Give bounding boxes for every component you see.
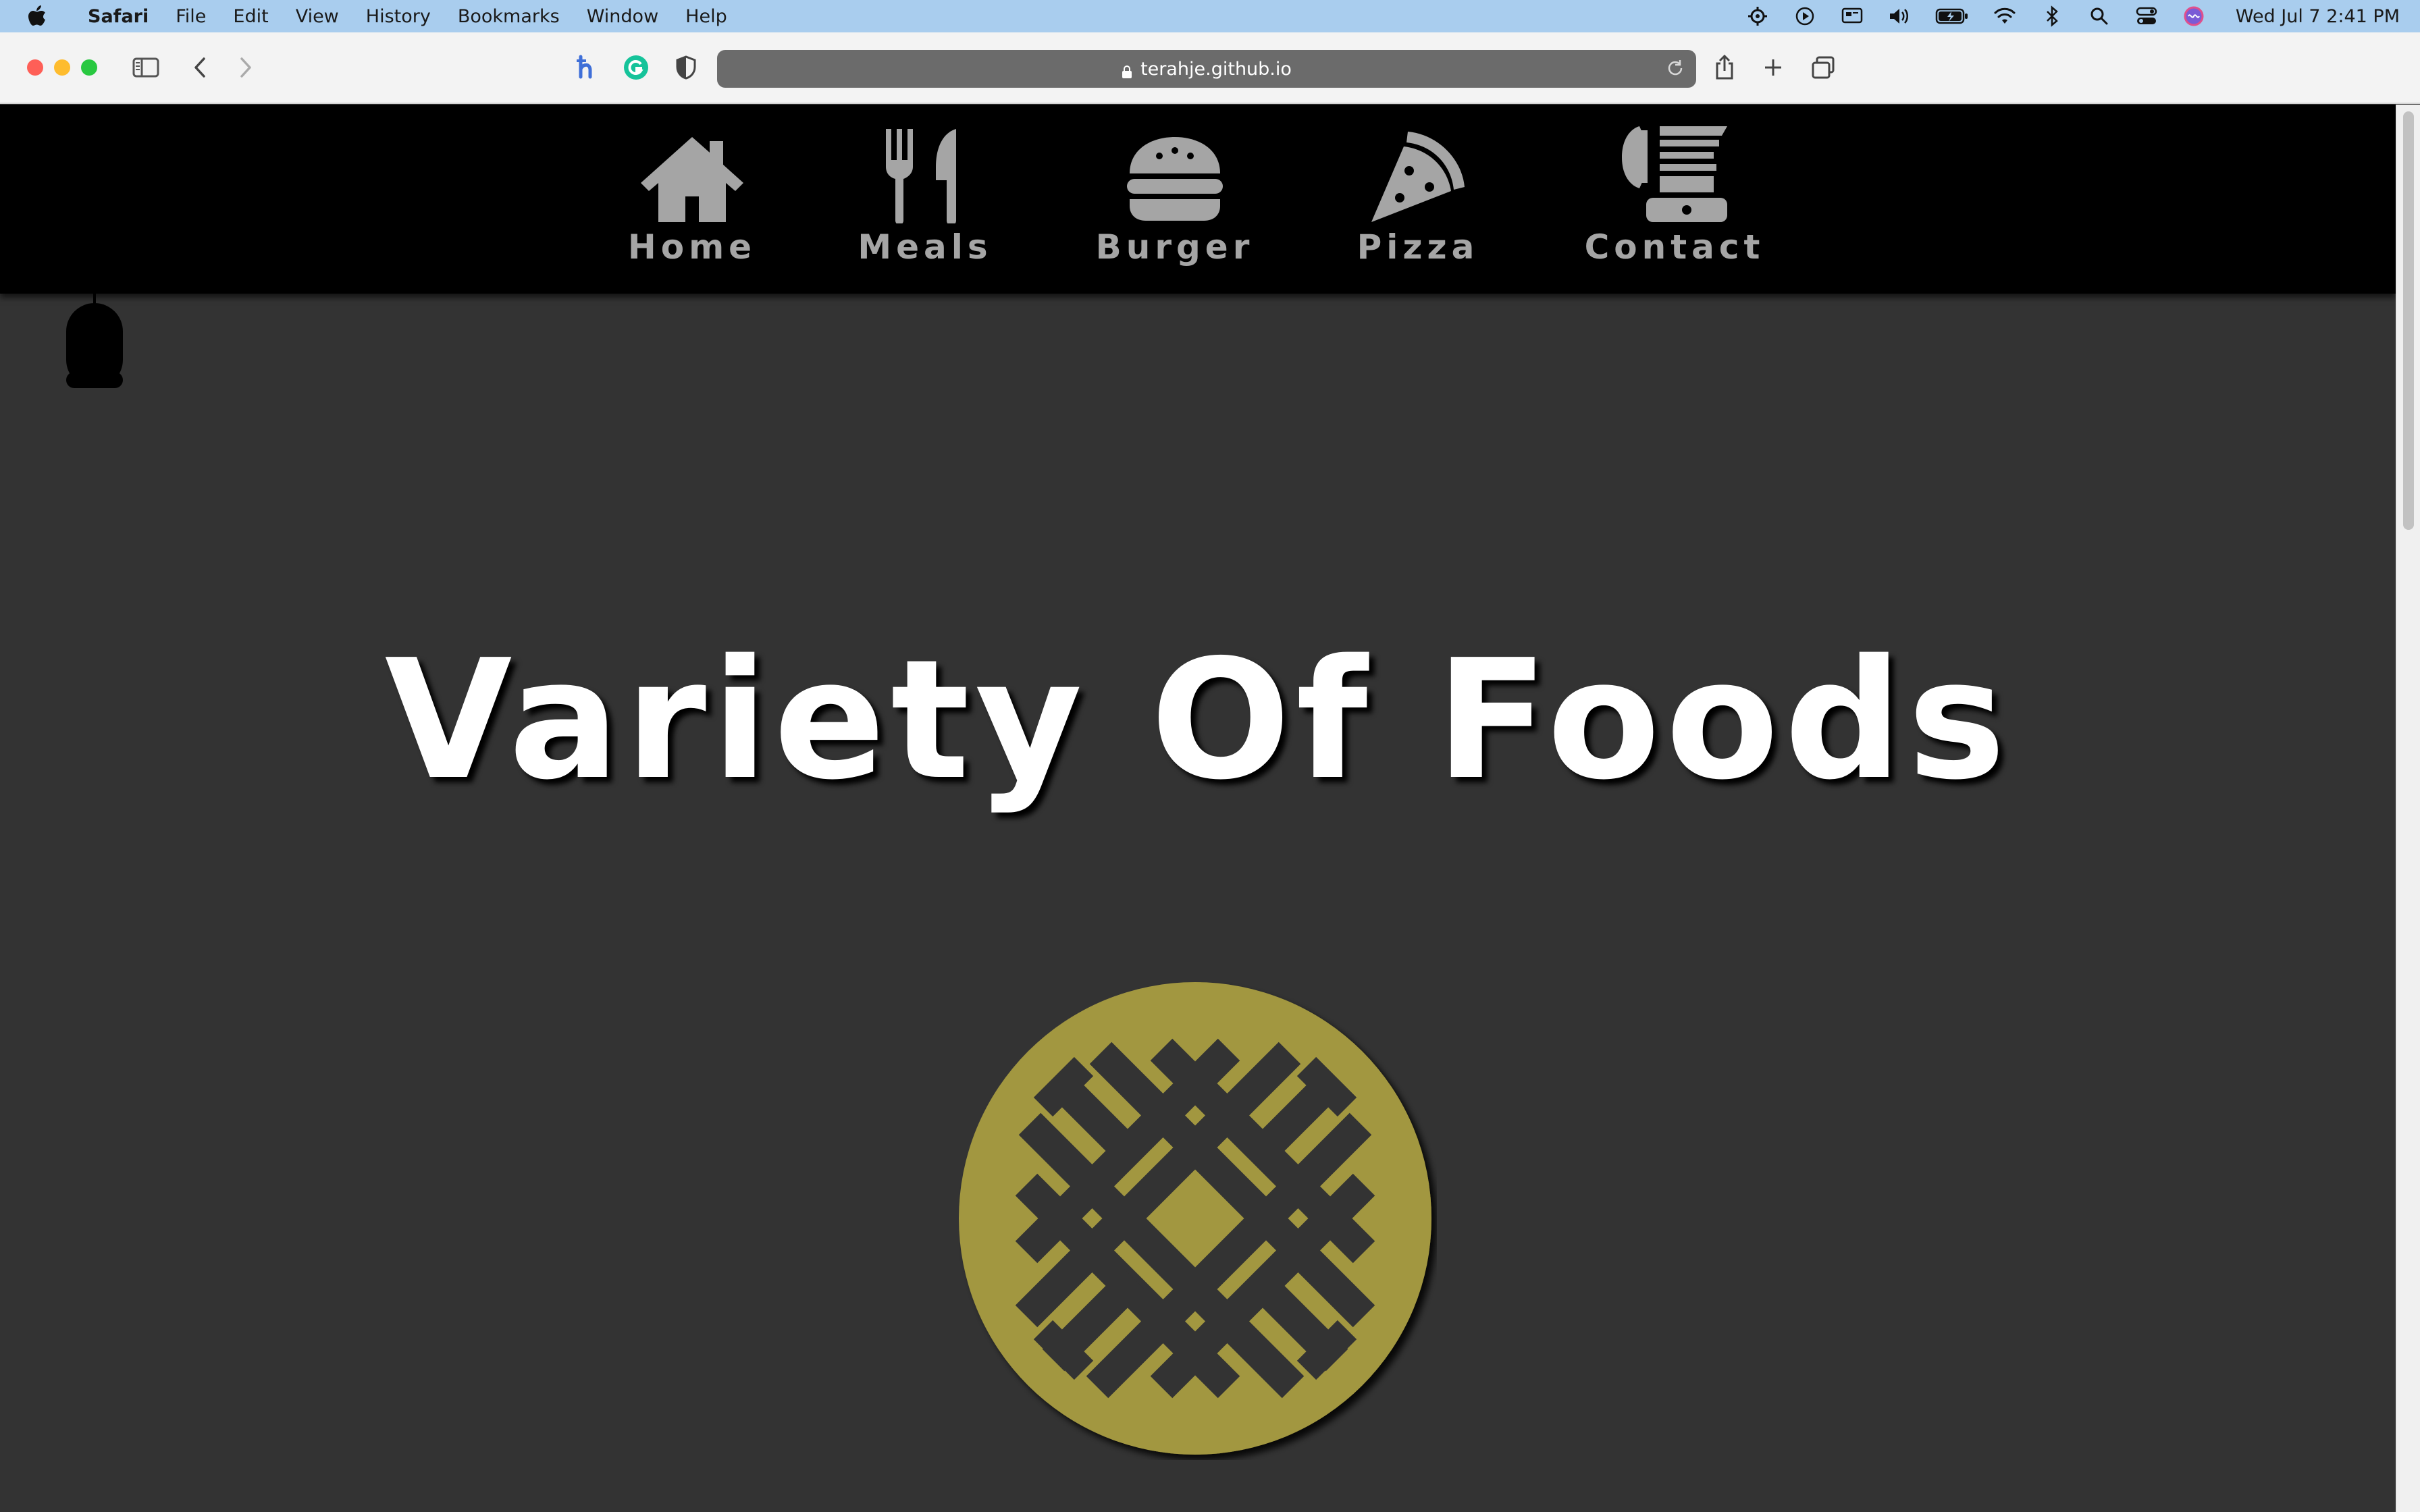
- lock-icon: [1122, 62, 1132, 78]
- back-icon[interactable]: [180, 47, 220, 88]
- waffle-icon: [959, 982, 1437, 1460]
- fork-knife-icon: [882, 122, 968, 223]
- status-area: Wed Jul 7 2:41 PM: [1745, 0, 2400, 32]
- battery-icon[interactable]: [1935, 4, 1970, 28]
- app-menu-safari[interactable]: Safari: [74, 6, 162, 27]
- menu-view[interactable]: View: [282, 6, 352, 27]
- nav-label-contact: Contact: [1584, 227, 1765, 267]
- address-bar[interactable]: terahje.github.io: [717, 50, 1696, 88]
- browser-toolbar: terahje.github.io: [0, 32, 2420, 104]
- honey-extension-icon[interactable]: [566, 47, 606, 88]
- forward-icon[interactable]: [226, 47, 266, 88]
- nav-item-meals[interactable]: Meals: [858, 122, 993, 267]
- hero-title: Variety Of Foods: [384, 624, 2011, 816]
- wifi-icon[interactable]: [1993, 4, 2017, 28]
- home-icon: [638, 122, 746, 223]
- nav-item-pizza[interactable]: Pizza: [1350, 122, 1485, 267]
- grammarly-extension-icon[interactable]: [616, 47, 656, 88]
- spotlight-search-icon[interactable]: [2087, 4, 2111, 28]
- menu-bar: Safari File Edit View History Bookmarks …: [0, 0, 2420, 32]
- menu-help[interactable]: Help: [672, 6, 741, 27]
- window-close-button[interactable]: [27, 59, 43, 76]
- window-minimize-button[interactable]: [54, 59, 70, 76]
- mouse-scroll-icon: [65, 291, 124, 389]
- menu-bookmarks[interactable]: Bookmarks: [444, 6, 573, 27]
- apple-menu-icon[interactable]: [0, 5, 74, 28]
- menu-bar-clock[interactable]: Wed Jul 7 2:41 PM: [2236, 6, 2400, 27]
- pizza-slice-icon: [1367, 122, 1469, 223]
- share-icon[interactable]: [1704, 47, 1745, 88]
- scrollbar-thumb[interactable]: [2403, 111, 2414, 530]
- nav-item-home[interactable]: Home: [628, 122, 756, 267]
- site-nav-bar: Home Meals Burger Pizza Contact: [0, 105, 2396, 294]
- reload-icon[interactable]: [1665, 58, 1685, 83]
- volume-icon[interactable]: [1887, 4, 1912, 28]
- sidebar-toggle-icon[interactable]: [126, 47, 166, 88]
- fax-phone-icon: [1619, 122, 1730, 223]
- siri-icon[interactable]: [2182, 4, 2206, 28]
- url-text: terahje.github.io: [1140, 58, 1292, 80]
- window-zoom-button[interactable]: [81, 59, 97, 76]
- tab-overview-icon[interactable]: [1803, 47, 1843, 88]
- page-scrollbar[interactable]: [2396, 105, 2420, 1512]
- play-icon[interactable]: [1793, 4, 1817, 28]
- menu-window[interactable]: Window: [573, 6, 672, 27]
- control-center-icon[interactable]: [2134, 4, 2159, 28]
- nav-label-burger: Burger: [1095, 227, 1255, 267]
- privacy-shield-icon[interactable]: [666, 47, 706, 88]
- nav-item-burger[interactable]: Burger: [1094, 122, 1256, 267]
- display-icon[interactable]: [1840, 4, 1864, 28]
- new-tab-icon[interactable]: [1753, 47, 1793, 88]
- burger-icon: [1124, 122, 1226, 223]
- nav-label-home: Home: [627, 227, 757, 267]
- menu-edit[interactable]: Edit: [219, 6, 282, 27]
- menu-file[interactable]: File: [162, 6, 219, 27]
- nav-label-meals: Meals: [858, 227, 993, 267]
- web-page: Home Meals Burger Pizza Contact Variety …: [0, 105, 2396, 1512]
- nav-label-pizza: Pizza: [1357, 227, 1479, 267]
- nav-item-contact[interactable]: Contact: [1580, 122, 1769, 267]
- menu-history[interactable]: History: [352, 6, 444, 27]
- steelseries-icon[interactable]: [1745, 4, 1770, 28]
- bluetooth-icon[interactable]: [2040, 4, 2064, 28]
